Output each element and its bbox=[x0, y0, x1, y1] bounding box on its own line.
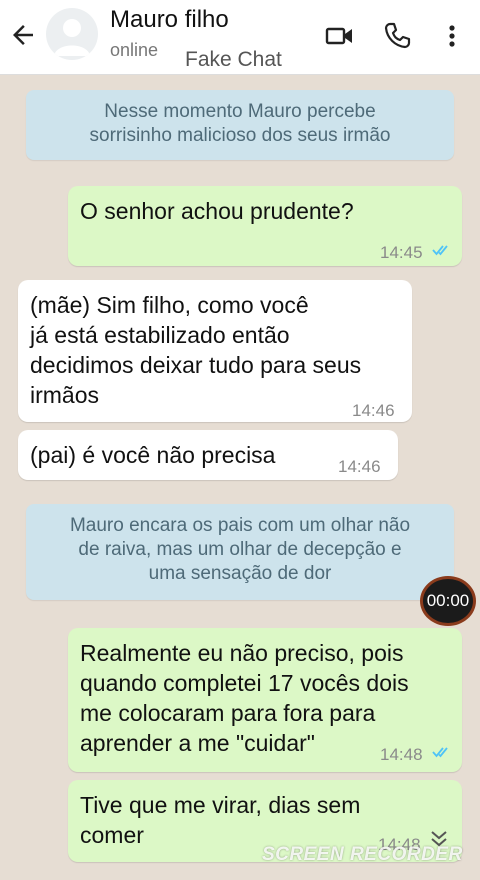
phone-icon[interactable] bbox=[381, 20, 413, 52]
avatar[interactable] bbox=[46, 8, 98, 60]
message-time: 14:45 bbox=[380, 243, 423, 262]
recording-timer[interactable]: 00:00 bbox=[420, 576, 476, 626]
message-text: Realmente eu não preciso, pois quando co… bbox=[80, 640, 409, 756]
chat-header: Mauro filho online Fake Chat bbox=[0, 0, 480, 75]
incoming-message[interactable]: (pai) é você não precisa 14:46 bbox=[18, 430, 398, 480]
message-text: (pai) é você não precisa bbox=[30, 442, 276, 468]
system-message: Mauro encara os pais com um olhar não de… bbox=[26, 504, 454, 600]
message-time: 14:46 bbox=[352, 401, 395, 420]
read-ticks-icon bbox=[432, 747, 448, 758]
message-text: (mãe) Sim filho, como você já está estab… bbox=[30, 292, 362, 408]
back-arrow-icon[interactable] bbox=[8, 20, 38, 50]
app-name: Fake Chat bbox=[185, 48, 282, 71]
more-vert-icon[interactable] bbox=[436, 20, 468, 52]
message-text: Tive que me virar, dias sem comer bbox=[80, 792, 361, 848]
screen-recorder-watermark: SCREEN RECORDER bbox=[262, 844, 463, 865]
incoming-message[interactable]: (mãe) Sim filho, como você já está estab… bbox=[18, 280, 412, 422]
read-ticks-icon bbox=[432, 245, 448, 256]
system-message: Nesse momento Mauro percebe sorrisinho m… bbox=[26, 90, 454, 160]
message-time: 14:48 bbox=[380, 745, 423, 764]
message-text: O senhor achou prudente? bbox=[80, 198, 354, 224]
contact-name[interactable]: Mauro filho bbox=[110, 6, 229, 34]
contact-status: online bbox=[110, 40, 159, 60]
outgoing-message[interactable]: O senhor achou prudente? 14:45 bbox=[68, 186, 462, 266]
message-time: 14:46 bbox=[338, 457, 381, 476]
outgoing-message[interactable]: Realmente eu não preciso, pois quando co… bbox=[68, 628, 462, 772]
video-call-icon[interactable] bbox=[324, 20, 356, 52]
